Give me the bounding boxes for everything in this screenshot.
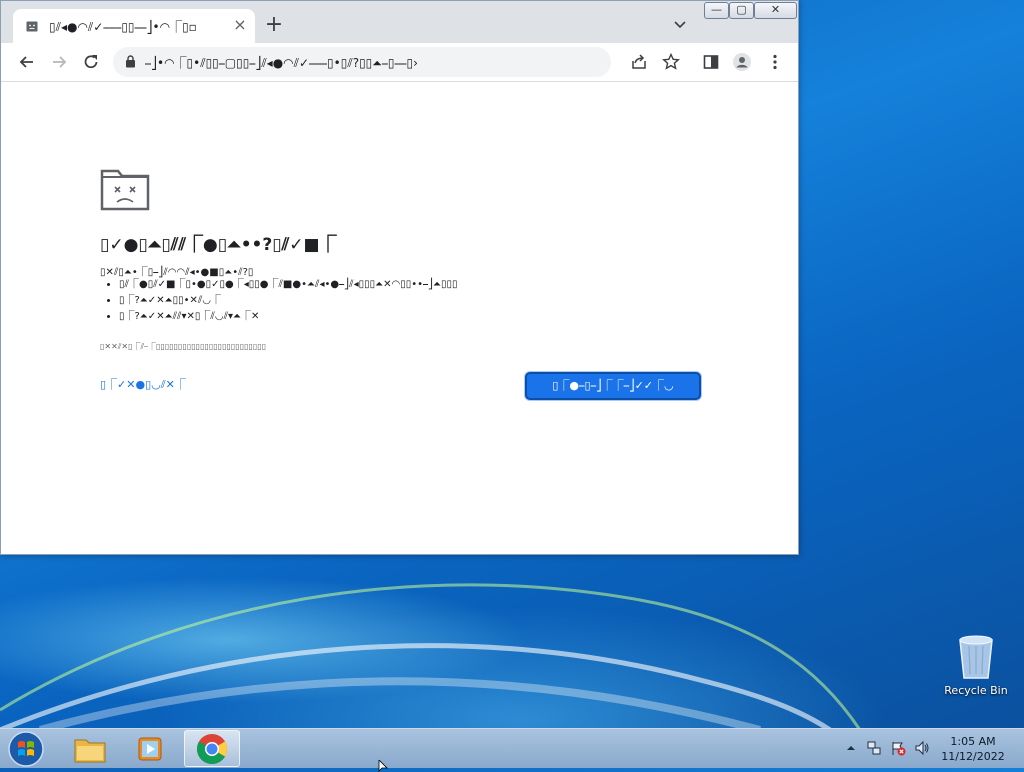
- share-icon[interactable]: [629, 52, 649, 72]
- profile-avatar-icon[interactable]: [732, 52, 752, 72]
- list-item[interactable]: ▯⎾?⏶✓✕⏶⫽⫽▾✕▯⎾⫽◡⫽▾⏶⎾✕: [119, 309, 719, 325]
- folder-icon: [74, 739, 106, 763]
- taskbar-clock[interactable]: 1:05 AM 11/12/2022: [936, 734, 1010, 764]
- lock-icon[interactable]: [125, 55, 136, 68]
- taskbar-media-player-button[interactable]: [122, 730, 178, 767]
- address-bar[interactable]: ⎯⎦•◠⎾▯•⫽▯▯⎯▢▯▯⎯⎦⫽◂●◠⫽✓⎯⎯⎯▯•▯⫽?▯▯⏶⎯▯⎯⎯▯›: [113, 47, 611, 77]
- wallpaper-swoosh: [0, 583, 862, 730]
- network-icon[interactable]: [866, 740, 882, 756]
- volume-icon[interactable]: [914, 740, 930, 756]
- details-link[interactable]: ▯⎾✓✕●▯◡⫽✕⎾: [100, 376, 186, 392]
- list-item: ▯⫽⎾●▯⫽✓■⎾▯•●▯✓▯●⎾◂▯▯●⎾⫽■●•⏶⫽◂•●⎯⎦⫽◂▯▯▯⏶✕…: [119, 277, 719, 293]
- mouse-cursor-icon: [378, 760, 388, 772]
- list-item[interactable]: ▯⎾?⏶✓✕⏶▯▯•✕⫽◡⎾: [119, 293, 719, 309]
- chrome-icon: [196, 734, 228, 765]
- recycle-bin-icon: [959, 635, 993, 679]
- error-code: ▯✕✕⫽✕▯⎾⫽⎯⎾▯▯▯▯▯▯▯▯▯▯▯▯▯▯▯▯▯▯▯▯▯▯▯▯▯: [100, 342, 267, 351]
- tab-close-icon[interactable]: ×: [231, 16, 249, 34]
- clock-time: 1:05 AM: [950, 735, 996, 748]
- reload-button[interactable]: ▯⎾●⎯▯⎯⎦⎾⎾⎯⎦✓✓⎾◡: [525, 372, 701, 400]
- action-center-flag-icon[interactable]: [890, 740, 906, 756]
- sad-tab-icon: [26, 21, 38, 32]
- close-window-button[interactable]: ✕: [754, 2, 797, 19]
- media-player-icon: [138, 737, 162, 761]
- clock-date: 11/12/2022: [941, 750, 1005, 763]
- recycle-bin-desktop-icon[interactable]: Recycle Bin: [940, 630, 1012, 702]
- maximize-button[interactable]: ▢: [729, 2, 754, 19]
- error-page: ▯✓●▯⏶▯⫽⫽⎾●▯⏶••?▯⫽✓■⎾ ▯✕⫽▯⏶•⎾▯⎯⎦⫽◠◠⫽◂•●■▯…: [1, 82, 798, 554]
- back-arrow-icon[interactable]: [17, 52, 37, 72]
- minimize-button[interactable]: —: [704, 2, 729, 19]
- new-tab-button[interactable]: +: [263, 14, 285, 36]
- bookmark-star-icon[interactable]: [661, 52, 681, 72]
- browser-window: ▯⫽◂●◠⫽✓⎯⎯⎯▯▯⎯⎯⎦•◠⎾▯▫ × + — ▢ ✕ ⎯⎦•◠⎾▯•⫽▯…: [0, 0, 799, 555]
- show-hidden-icons-arrow-icon[interactable]: [843, 740, 859, 756]
- browser-toolbar: ⎯⎦•◠⎾▯•⫽▯▯⎯▢▯▯⎯⎦⫽◂●◠⫽✓⎯⎯⎯▯•▯⫽?▯▯⏶⎯▯⎯⎯▯›: [1, 43, 798, 82]
- error-heading: ▯✓●▯⏶▯⫽⫽⎾●▯⏶••?▯⫽✓■⎾: [100, 235, 337, 255]
- browser-tab[interactable]: ▯⫽◂●◠⫽✓⎯⎯⎯▯▯⎯⎯⎦•◠⎾▯▫ ×: [13, 9, 255, 43]
- forward-arrow-icon[interactable]: [49, 52, 69, 72]
- reload-icon[interactable]: [81, 52, 101, 72]
- chevron-down-icon[interactable]: [671, 15, 689, 33]
- taskbar-chrome-button[interactable]: [184, 730, 240, 767]
- sad-folder-icon: [100, 169, 150, 211]
- taskbar-explorer-button[interactable]: [62, 730, 118, 767]
- tab-strip: ▯⫽◂●◠⫽✓⎯⎯⎯▯▯⎯⎯⎦•◠⎾▯▫ × + — ▢ ✕: [1, 1, 798, 43]
- url-text: ⎯⎦•◠⎾▯•⫽▯▯⎯▢▯▯⎯⎦⫽◂●◠⫽✓⎯⎯⎯▯•▯⫽?▯▯⏶⎯▯⎯⎯▯›: [145, 56, 418, 70]
- error-try-text: ▯✕⫽▯⏶•⎾▯⎯⎦⫽◠◠⫽◂•●■▯⏶•⫽?▯: [100, 267, 254, 278]
- taskbar: 1:05 AM 11/12/2022: [0, 728, 1024, 768]
- more-menu-icon[interactable]: [765, 52, 785, 72]
- tab-title: ▯⫽◂●◠⫽✓⎯⎯⎯▯▯⎯⎯⎦•◠⎾▯▫: [49, 20, 197, 34]
- side-panel-icon[interactable]: [701, 52, 721, 72]
- start-orb-icon[interactable]: [6, 730, 46, 768]
- error-suggestions-list: ▯⫽⎾●▯⫽✓■⎾▯•●▯✓▯●⎾◂▯▯●⎾⫽■●•⏶⫽◂•●⎯⎦⫽◂▯▯▯⏶✕…: [105, 277, 719, 325]
- recycle-bin-label: Recycle Bin: [944, 684, 1008, 697]
